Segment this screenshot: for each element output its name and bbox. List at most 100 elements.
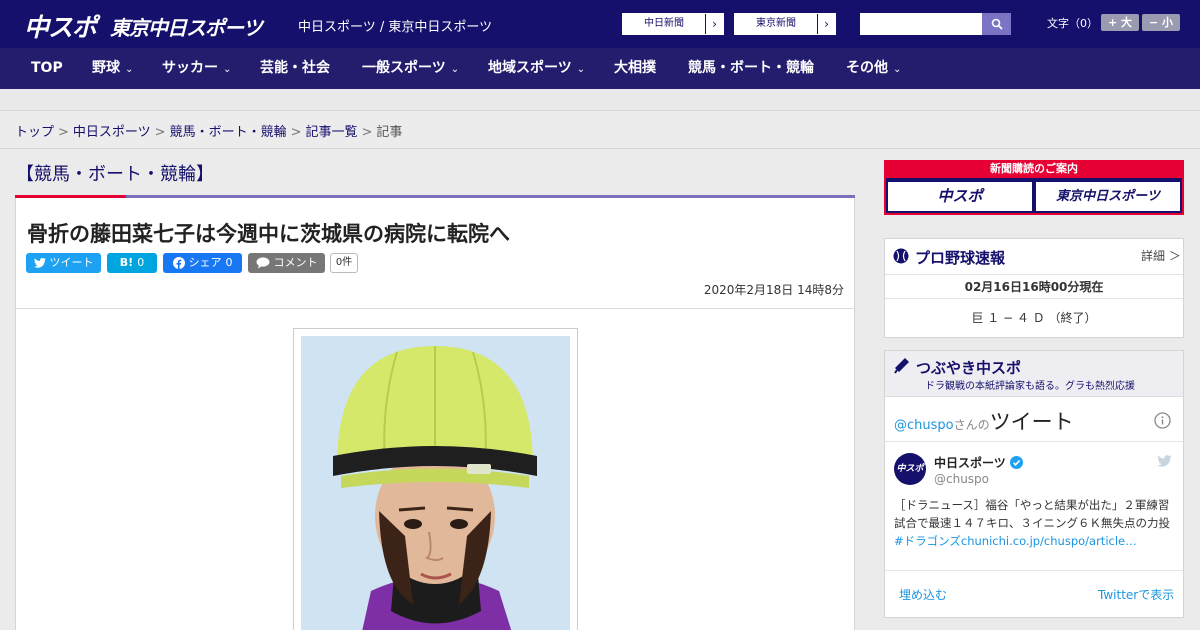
baseball-detail-link[interactable]: 詳細 ＞ xyxy=(1141,247,1181,264)
subscribe-chuspo-button[interactable]: 中スポ xyxy=(888,182,1032,211)
hatena-bookmark-button[interactable]: B! 0 xyxy=(107,253,157,273)
twitter-bird-icon[interactable] xyxy=(1157,455,1172,467)
breadcrumb: トップ > 中日スポーツ > 競馬・ボート・競輪 > 記事一覧 > 記事 xyxy=(15,121,402,140)
tokyo-shimbun-label: 東京新聞 xyxy=(756,18,796,29)
baseball-widget-title: プロ野球速報 xyxy=(915,249,1006,267)
twitter-bird-icon xyxy=(33,258,46,268)
font-size-label: 文字（0） xyxy=(1047,17,1098,30)
widget-divider xyxy=(885,298,1183,299)
nav-item-soccer[interactable]: サッカー ⌄ xyxy=(162,48,231,89)
chunichi-shimbun-link[interactable]: 中日新聞 › xyxy=(622,13,724,35)
widget-divider xyxy=(885,441,1183,442)
breadcrumb-item-article-list[interactable]: 記事一覧 xyxy=(306,125,358,140)
tweet-text[interactable]: ［ドラニュース］福谷「やっと結果が出た」２軍練習試合で最速１４７キロ、３イニング… xyxy=(894,496,1174,550)
tweet-label: ツイート xyxy=(49,256,94,269)
verified-badge-icon xyxy=(1010,456,1023,469)
article-headline: 骨折の藤田菜七子は今週中に茨城県の病院に転院へ xyxy=(27,222,510,246)
twitter-handle-link[interactable]: @chuspo xyxy=(894,418,954,433)
embed-link[interactable]: 埋め込む xyxy=(899,586,947,603)
section-title: 【競馬・ボート・競輪】 xyxy=(16,164,214,185)
tokyo-chunichi-logo[interactable]: 東京中日スポーツ xyxy=(110,12,263,41)
speech-bubble-icon xyxy=(256,257,269,269)
search-input[interactable] xyxy=(860,13,982,35)
nav-label: 地域スポーツ xyxy=(488,60,572,76)
search-button[interactable] xyxy=(982,13,1011,35)
font-larger-button[interactable]: + 大 xyxy=(1101,14,1139,31)
facebook-label: シェア xyxy=(188,256,222,269)
breadcrumb-item-racing[interactable]: 競馬・ボート・競輪 xyxy=(170,125,287,140)
tweet-body: ［ドラニュース］福谷「やっと結果が出た」２軍練習試合で最速１４７キロ、３イニング… xyxy=(894,498,1170,530)
nav-label: サッカー xyxy=(162,60,218,76)
nav-label: 競馬・ボート・競輪 xyxy=(688,60,814,76)
comment-button[interactable]: コメント xyxy=(248,253,325,273)
nav-item-general-sports[interactable]: 一般スポーツ ⌄ xyxy=(362,48,459,89)
breadcrumb-item-top[interactable]: トップ xyxy=(15,125,54,140)
ad-strip xyxy=(0,89,1200,111)
info-icon[interactable] xyxy=(1154,412,1171,429)
font-smaller-button[interactable]: − 小 xyxy=(1142,14,1180,31)
site-tagline[interactable]: 中日スポーツ / 東京中日スポーツ xyxy=(298,16,492,35)
arrow-right-icon: › xyxy=(705,14,723,34)
tweet-link[interactable]: #ドラゴンズchunichi.co.jp/chuspo/article… xyxy=(894,534,1137,548)
facebook-share-button[interactable]: シェア 0 xyxy=(163,253,242,273)
article-accent-red xyxy=(15,195,126,198)
nav-label: TOP xyxy=(31,60,63,76)
chuspo-logo[interactable]: 中スポ xyxy=(24,8,97,44)
avatar[interactable]: 中スポ xyxy=(894,453,926,485)
jockey-photo[interactable] xyxy=(301,336,570,630)
nav-label: 野球 xyxy=(92,60,120,76)
nav-item-entertainment[interactable]: 芸能・社会 xyxy=(260,48,330,89)
twitter-timeline-heading: @chuspoさんのツイート xyxy=(894,406,1074,436)
breadcrumb-separator: > xyxy=(361,125,373,140)
view-on-twitter-link[interactable]: Twitterで表示 xyxy=(1098,586,1174,603)
nav-item-local-sports[interactable]: 地域スポーツ ⌄ xyxy=(488,48,585,89)
tweet-button[interactable]: ツイート xyxy=(26,253,101,273)
tweet-account-handle[interactable]: @chuspo xyxy=(934,472,989,486)
baseball-icon xyxy=(893,248,909,264)
main-nav: TOP 野球 ⌄ サッカー ⌄ 芸能・社会 一般スポーツ ⌄ 地域スポーツ ⌄ 大相撲 … xyxy=(0,48,1200,89)
widget-divider xyxy=(885,570,1183,571)
facebook-count: 0 xyxy=(225,256,233,269)
nav-item-top[interactable]: TOP xyxy=(31,48,63,89)
tokyo-shimbun-link[interactable]: 東京新聞 › xyxy=(734,13,836,35)
chevron-down-icon: ⌄ xyxy=(223,64,232,75)
chevron-down-icon: ⌄ xyxy=(450,64,460,75)
nav-label: 大相撲 xyxy=(614,60,656,76)
article-accent-purple xyxy=(126,195,855,198)
widget-divider xyxy=(885,274,1183,275)
subscribe-tokyo-chunichi-button[interactable]: 東京中日スポーツ xyxy=(1036,182,1180,211)
breadcrumb-separator: > xyxy=(58,125,69,140)
twitter-widget-subtitle: ドラ観戦の本紙評論家も語る。グラも熱烈応援 xyxy=(925,381,1135,392)
baseball-updated-time: 02月16日16時00分現在 xyxy=(964,280,1104,294)
chevron-down-icon: ⌄ xyxy=(576,64,586,75)
nav-label: 芸能・社会 xyxy=(260,60,330,76)
twitter-heading-word: ツイート xyxy=(989,410,1074,434)
jockey-illustration xyxy=(301,336,570,630)
megaphone-icon xyxy=(894,358,909,374)
nav-item-other[interactable]: その他 ⌄ xyxy=(846,48,901,89)
arrow-right-icon: › xyxy=(817,14,835,34)
nav-label: 一般スポーツ xyxy=(362,60,446,76)
hatena-icon: B! xyxy=(119,256,134,269)
baseball-score-line[interactable]: 巨 １ − ４ Ｄ （終了） xyxy=(885,309,1183,326)
tweet-account-name[interactable]: 中日スポーツ xyxy=(934,454,1006,471)
comment-label: コメント xyxy=(273,256,318,269)
nav-item-racing[interactable]: 競馬・ボート・競輪 xyxy=(688,48,814,89)
nav-item-baseball[interactable]: 野球 ⌄ xyxy=(92,48,133,89)
breadcrumb-item-chuspo[interactable]: 中日スポーツ xyxy=(73,125,151,140)
twitter-widget-title: つぶやき中スポ xyxy=(916,359,1022,377)
search-icon xyxy=(991,18,1003,30)
breadcrumb-separator: > xyxy=(290,125,302,140)
nav-item-sumo[interactable]: 大相撲 xyxy=(614,48,656,89)
facebook-icon xyxy=(172,257,185,269)
breadcrumb-separator: > xyxy=(154,125,166,140)
hatena-count: 0 xyxy=(137,256,145,269)
chunichi-shimbun-label: 中日新聞 xyxy=(644,18,684,29)
subscription-banner-title: 新聞購読のご案内 xyxy=(884,160,1184,178)
nav-label: その他 xyxy=(846,60,888,76)
chevron-down-icon: ⌄ xyxy=(893,64,902,75)
article-divider xyxy=(16,308,854,309)
article-date: 2020年2月18日 14時8分 xyxy=(703,283,844,297)
breadcrumb-item-current: 記事 xyxy=(376,125,403,140)
twitter-heading-suffix: さんの xyxy=(953,418,990,432)
